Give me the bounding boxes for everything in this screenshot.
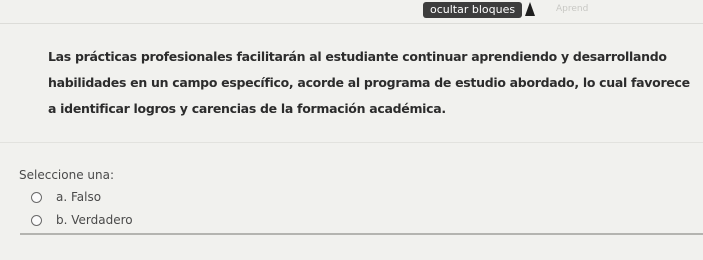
radio-button[interactable] [31, 214, 42, 226]
divider [20, 233, 703, 235]
faded-header-text: Aprend [556, 4, 589, 14]
top-toolbar: ocultar bloques Aprend [0, 0, 703, 22]
hide-blocks-button[interactable]: ocultar bloques [423, 2, 523, 18]
divider [0, 142, 703, 143]
question-text: Las prácticas profesionales facilitarán … [48, 49, 690, 116]
answer-option-false[interactable]: a. Falso [31, 189, 101, 205]
dock-icon[interactable] [525, 2, 535, 16]
radio-button[interactable] [31, 191, 42, 203]
select-one-prompt: Seleccione una: [19, 168, 114, 182]
divider [0, 23, 703, 24]
option-label: b. Verdadero [56, 213, 133, 227]
answer-option-true[interactable]: b. Verdadero [31, 212, 133, 228]
option-label: a. Falso [56, 190, 102, 204]
